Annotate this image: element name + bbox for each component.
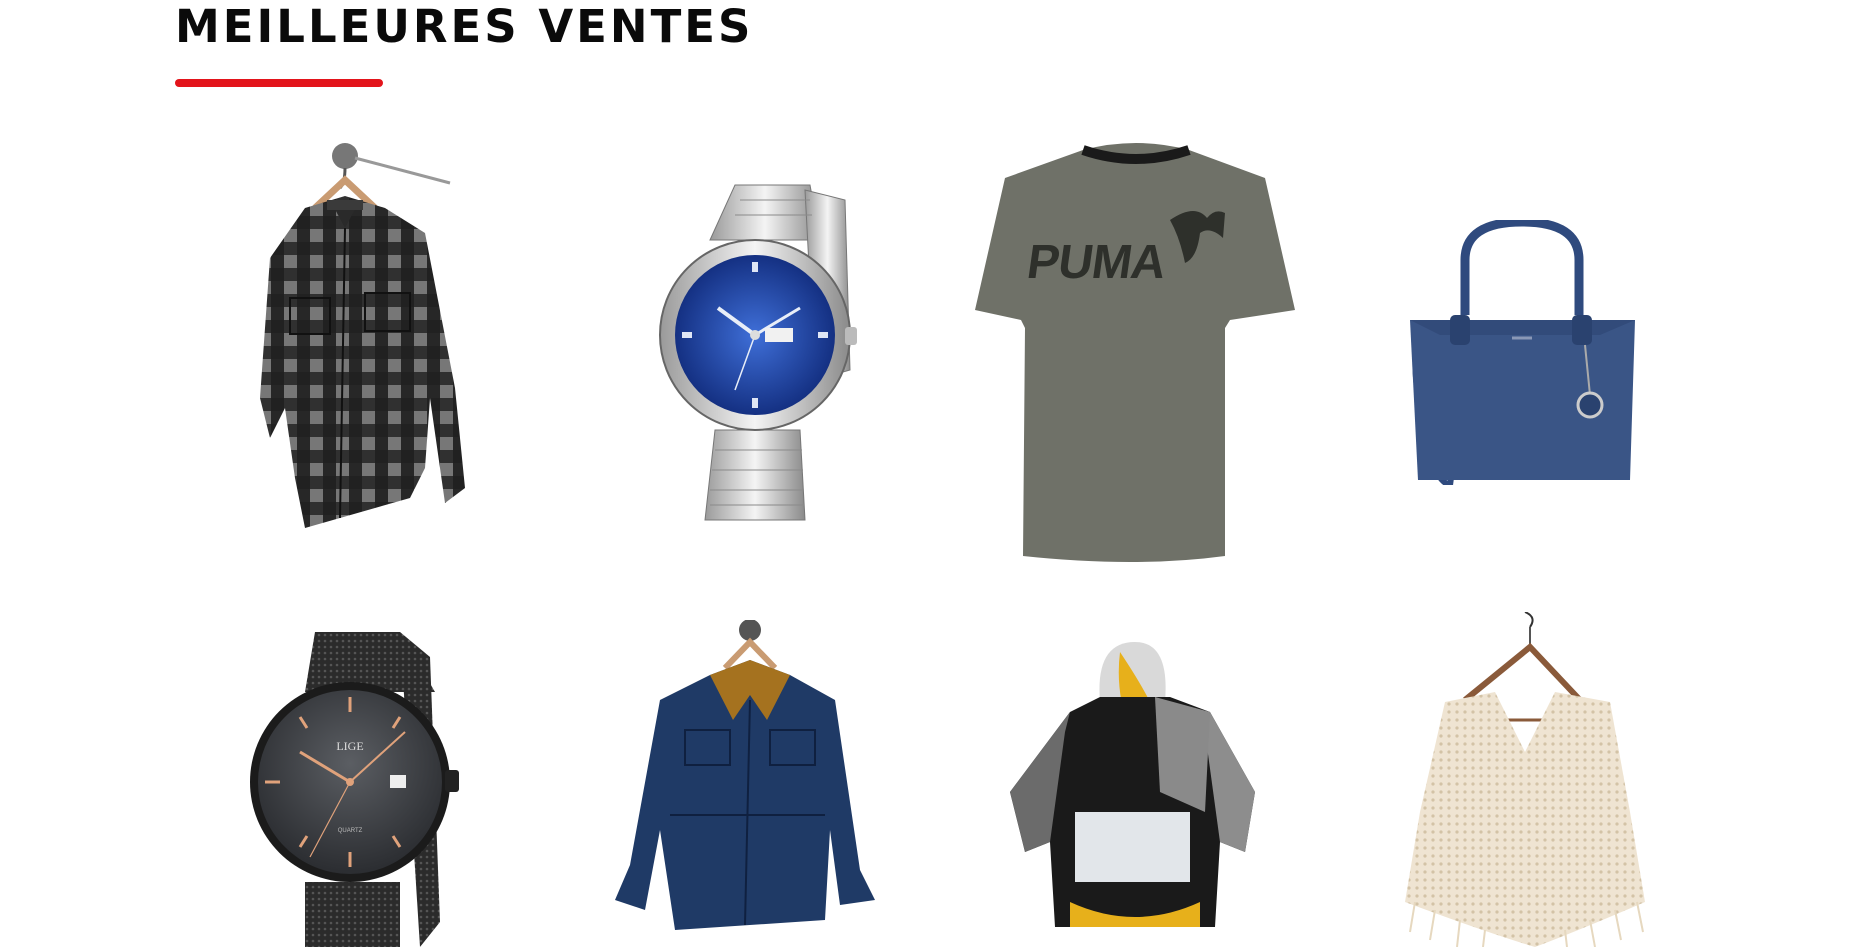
- knit-poncho-icon: [1405, 612, 1645, 947]
- product-card-black-mesh-watch[interactable]: LIGE QUARTZ: [250, 632, 465, 947]
- watch-brand: LIGE: [336, 739, 363, 753]
- watch-dial-text: QUARTZ: [338, 828, 363, 834]
- product-card-denim-jacket[interactable]: [615, 620, 885, 930]
- product-card-windbreaker[interactable]: [1010, 642, 1255, 932]
- blue-handbag-icon: [1410, 220, 1635, 485]
- product-card-plaid-shirt[interactable]: [245, 138, 515, 540]
- windbreaker-icon: [1010, 642, 1255, 927]
- section-title: MEILLEURES VENTES: [175, 0, 754, 53]
- black-mesh-watch-icon: LIGE QUARTZ: [250, 632, 459, 947]
- plaid-shirt-icon: [260, 143, 465, 528]
- best-sellers-section: MEILLEURES VENTES PUMA LIGE QUARTZ: [0, 0, 1867, 947]
- puma-print: PUMA: [1024, 235, 1169, 289]
- product-card-knit-poncho[interactable]: [1405, 612, 1645, 947]
- product-card-blue-handbag[interactable]: [1400, 220, 1645, 485]
- denim-jacket-icon: [615, 620, 875, 930]
- blue-dial-watch-icon: [659, 184, 857, 521]
- puma-tshirt-icon: PUMA: [975, 143, 1295, 562]
- title-underline: [175, 79, 383, 87]
- product-card-blue-dial-watch[interactable]: [640, 180, 865, 525]
- product-card-puma-tshirt[interactable]: PUMA: [975, 138, 1297, 566]
